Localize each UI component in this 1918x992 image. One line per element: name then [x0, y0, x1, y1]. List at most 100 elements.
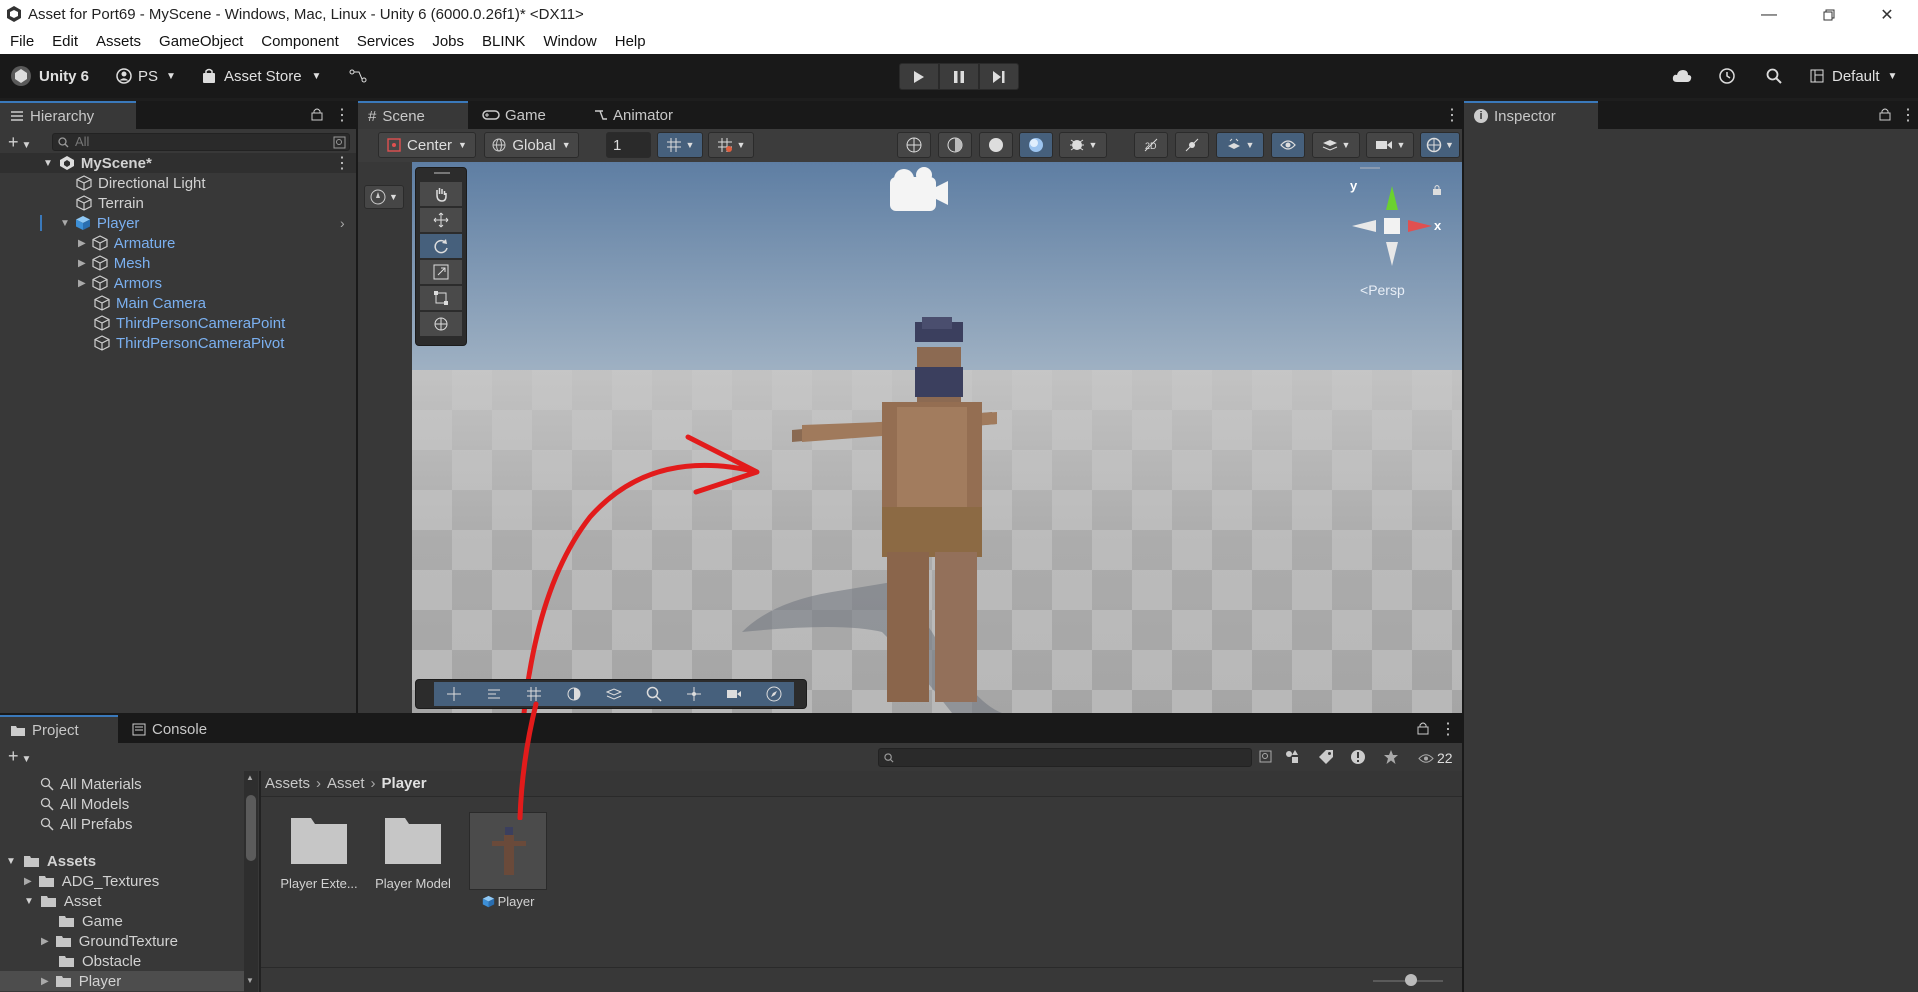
asset-folder-player-extensions[interactable]: Player Exte...	[279, 812, 359, 891]
shaded-wireframe-button[interactable]	[938, 132, 972, 158]
create-asset-button[interactable]: + ▼	[8, 746, 31, 767]
zoom-slider-thumb[interactable]	[1405, 974, 1417, 986]
pivot-rotation-dropdown[interactable]: Global ▼	[484, 132, 579, 158]
favorites-button[interactable]	[1383, 749, 1399, 765]
hierarchy-item-armors[interactable]: ▶ Armors	[0, 273, 356, 293]
pivot-button[interactable]	[674, 682, 714, 706]
hierarchy-item-camera-pivot[interactable]: ThirdPersonCameraPivot	[0, 333, 356, 353]
expand-arrow-icon[interactable]: ▶	[24, 876, 32, 887]
fx-dropdown[interactable]: ▼	[1216, 132, 1264, 158]
menu-component[interactable]: Component	[251, 33, 347, 50]
grid-snapping-toggle[interactable]: ▼	[657, 132, 703, 158]
layers-dropdown[interactable]: ▼	[1312, 132, 1360, 158]
scene-viewport[interactable]: y x <Persp	[412, 162, 1462, 713]
move-tool-button[interactable]	[420, 208, 462, 232]
tab-hierarchy[interactable]: Hierarchy	[0, 101, 136, 129]
grid-visibility-toggle[interactable]: ▼	[708, 132, 754, 158]
favorite-all-materials[interactable]: All Materials	[0, 774, 142, 794]
tab-animator[interactable]: Animator	[584, 101, 683, 129]
zoom-button[interactable]	[634, 682, 674, 706]
kebab-menu-icon[interactable]: ⋮	[1440, 719, 1456, 739]
asset-prefab-player[interactable]: Player	[468, 812, 548, 909]
tree-folder-player[interactable]: ▶ Player	[0, 971, 244, 991]
transform-tool-button[interactable]	[420, 312, 462, 336]
hierarchy-item-terrain[interactable]: Terrain	[0, 193, 356, 213]
hierarchy-item-player[interactable]: ▼ Player ›	[0, 213, 356, 233]
search-filter-icon[interactable]	[1259, 750, 1274, 765]
filter-by-type-button[interactable]	[1284, 749, 1300, 765]
hierarchy-search-input[interactable]: All	[52, 133, 350, 151]
expand-arrow-icon[interactable]: ▶	[41, 976, 49, 987]
restore-button[interactable]	[1806, 0, 1852, 29]
pivot-mode-dropdown[interactable]: Center ▼	[378, 132, 476, 158]
lock-icon[interactable]	[1417, 721, 1429, 735]
tree-assets-root[interactable]: ▼ Assets	[0, 851, 96, 871]
expand-arrow-icon[interactable]: ▶	[78, 238, 86, 249]
gizmo-lock-icon[interactable]	[1432, 184, 1442, 196]
version-control-button[interactable]	[349, 63, 367, 89]
tree-folder-obstacle[interactable]: Obstacle	[0, 951, 141, 971]
tree-folder-asset[interactable]: ▼ Asset	[0, 891, 101, 911]
lighting-toggle[interactable]	[1175, 132, 1209, 158]
breadcrumb-asset[interactable]: Asset	[327, 775, 365, 792]
camera-settings-dropdown[interactable]: ▼	[1366, 132, 1414, 158]
filter-log-type-button[interactable]	[1350, 749, 1366, 765]
expand-arrow-icon[interactable]: ▶	[78, 258, 86, 269]
search-button[interactable]	[1766, 63, 1782, 89]
account-dropdown[interactable]: PS ▼	[116, 63, 176, 89]
step-button[interactable]	[979, 63, 1019, 90]
debug-draw-dropdown[interactable]: ▼	[1059, 132, 1107, 158]
hierarchy-item-mesh[interactable]: ▶ Mesh	[0, 253, 356, 273]
panel-splitter[interactable]	[1462, 101, 1464, 992]
kebab-menu-icon[interactable]: ⋮	[334, 153, 350, 173]
hierarchy-item-armature[interactable]: ▶ Armature	[0, 233, 356, 253]
scene-row[interactable]: ▼ MyScene* ⋮	[0, 153, 356, 173]
layout-dropdown[interactable]: Default ▼	[1810, 63, 1897, 89]
rect-tool-button[interactable]	[420, 286, 462, 310]
kebab-menu-icon[interactable]: ⋮	[1444, 105, 1460, 125]
kebab-menu-icon[interactable]: ⋮	[1900, 105, 1916, 125]
overlay-drag-handle[interactable]	[434, 172, 450, 174]
hand-tool-button[interactable]	[420, 182, 462, 206]
pause-button[interactable]	[939, 63, 979, 90]
scrollbar-thumb[interactable]	[246, 795, 256, 861]
tree-scrollbar[interactable]: ▲ ▼	[244, 771, 258, 992]
menu-jobs[interactable]: Jobs	[422, 33, 472, 50]
close-button[interactable]: ✕	[1864, 0, 1910, 29]
panel-splitter[interactable]	[356, 101, 358, 713]
menu-edit[interactable]: Edit	[42, 33, 86, 50]
cloud-button[interactable]	[1672, 63, 1692, 89]
play-button[interactable]	[899, 63, 939, 90]
menu-window[interactable]: Window	[533, 33, 604, 50]
hierarchy-item-main-camera[interactable]: Main Camera	[0, 293, 356, 313]
orientation-button[interactable]	[754, 682, 794, 706]
hierarchy-item-camera-point[interactable]: ThirdPersonCameraPoint	[0, 313, 356, 333]
tab-inspector[interactable]: i Inspector	[1464, 101, 1598, 129]
search-filter-icon[interactable]	[333, 136, 346, 149]
shading-button[interactable]	[554, 682, 594, 706]
shaded-button[interactable]	[1019, 132, 1053, 158]
breadcrumb-player[interactable]: Player	[382, 775, 427, 792]
expand-arrow-icon[interactable]: ▼	[6, 856, 16, 867]
panel-splitter[interactable]	[259, 771, 261, 992]
layers-button[interactable]	[594, 682, 634, 706]
rotate-tool-button[interactable]	[420, 234, 462, 258]
lock-icon[interactable]	[1879, 107, 1891, 121]
expand-arrow-icon[interactable]: ▼	[24, 896, 34, 907]
move-snap-button[interactable]	[434, 682, 474, 706]
scroll-down-icon[interactable]: ▼	[246, 976, 254, 985]
breadcrumb-assets[interactable]: Assets	[265, 775, 310, 792]
project-search-input[interactable]	[878, 748, 1272, 767]
asset-folder-player-model[interactable]: Player Model	[373, 812, 453, 891]
camera-button[interactable]	[714, 682, 754, 706]
expand-arrow-icon[interactable]: ▼	[43, 158, 53, 169]
scale-tool-button[interactable]	[420, 260, 462, 284]
expand-arrow-icon[interactable]: ▼	[60, 218, 70, 229]
chevron-right-icon[interactable]: ›	[340, 215, 345, 231]
orientation-dropdown[interactable]: ▼	[364, 185, 404, 209]
favorite-all-models[interactable]: All Models	[0, 794, 129, 814]
menu-file[interactable]: File	[0, 33, 42, 50]
expand-arrow-icon[interactable]: ▶	[78, 278, 86, 289]
2d-toggle[interactable]: 2D	[1134, 132, 1168, 158]
hidden-packages-counter[interactable]: 22	[1418, 750, 1453, 766]
